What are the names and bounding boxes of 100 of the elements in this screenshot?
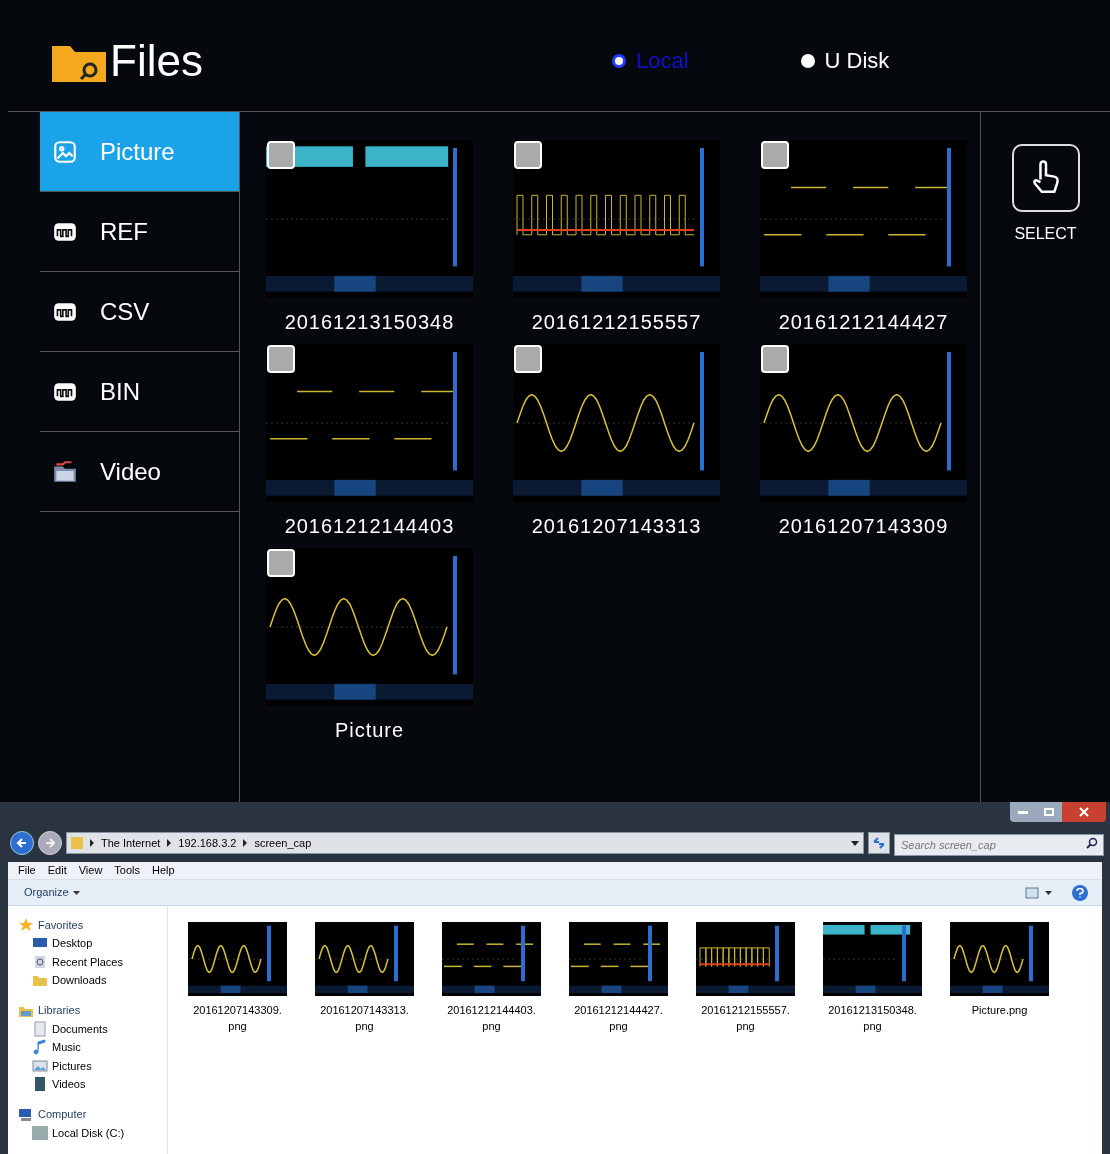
checkbox[interactable] bbox=[267, 549, 295, 577]
folder-icon bbox=[71, 836, 83, 850]
close-icon bbox=[1079, 807, 1089, 817]
picture-icon bbox=[52, 138, 78, 165]
source-radio[interactable]: U Disk bbox=[800, 44, 890, 77]
nav-item-label: Downloads bbox=[52, 973, 107, 988]
picture-icon bbox=[32, 1057, 48, 1074]
file-name: 20161213150348. bbox=[828, 1003, 917, 1018]
maximize-button[interactable] bbox=[1036, 802, 1062, 822]
file-name: 20161212144403. bbox=[447, 1003, 536, 1018]
nav-item-label: Pictures bbox=[52, 1058, 92, 1074]
checkbox[interactable] bbox=[267, 345, 295, 373]
star-icon bbox=[18, 917, 34, 933]
file-name: 20161213150348 bbox=[284, 310, 455, 334]
menu-item[interactable]: Tools bbox=[114, 862, 141, 879]
sidebar-tab[interactable]: BIN bbox=[40, 352, 239, 432]
disk-drive-icon bbox=[32, 1124, 48, 1141]
file-extension: png bbox=[355, 1019, 374, 1034]
checkbox[interactable] bbox=[267, 141, 295, 169]
back-button[interactable] bbox=[10, 831, 34, 855]
checkbox[interactable] bbox=[514, 345, 542, 373]
dropdown-arrow-icon bbox=[851, 840, 859, 846]
computer-icon bbox=[18, 1106, 34, 1123]
nav-group[interactable]: Computer bbox=[18, 1105, 167, 1124]
chevron-right-icon bbox=[89, 839, 95, 847]
minimize-icon bbox=[1018, 810, 1028, 814]
refresh-button[interactable] bbox=[868, 832, 890, 854]
view-icon bbox=[1025, 886, 1039, 899]
minimize-button[interactable] bbox=[1010, 802, 1036, 822]
file-name: Picture bbox=[334, 718, 405, 742]
view-options-button[interactable] bbox=[1025, 886, 1052, 899]
help-button[interactable] bbox=[1072, 884, 1088, 901]
arrow-right-icon bbox=[44, 837, 56, 849]
sidebar-tab[interactable]: Video bbox=[40, 432, 239, 512]
arrow-left-icon bbox=[16, 837, 28, 849]
file-extension: png bbox=[228, 1019, 247, 1034]
nav-group-label: Favorites bbox=[38, 917, 84, 933]
file-extension: png bbox=[736, 1019, 755, 1034]
nav-item-label: Videos bbox=[52, 1077, 86, 1092]
app-title: Files bbox=[110, 38, 203, 83]
maximize-icon bbox=[1044, 808, 1054, 816]
refresh-arrows-icon bbox=[872, 837, 886, 849]
film-icon bbox=[32, 1076, 48, 1093]
clock-document-icon bbox=[32, 953, 48, 970]
checkbox[interactable] bbox=[514, 141, 542, 169]
nav-item[interactable]: Pictures bbox=[18, 1056, 167, 1075]
sidebar-tab[interactable]: REF bbox=[40, 192, 239, 272]
nav-item[interactable]: Documents bbox=[18, 1019, 167, 1038]
document-icon bbox=[32, 1020, 48, 1037]
address-bar[interactable]: The Internet 192.168.3.2 screen_cap bbox=[66, 832, 864, 854]
nav-item[interactable]: Videos bbox=[18, 1075, 167, 1094]
menu-item[interactable]: View bbox=[78, 862, 103, 879]
nav-item[interactable]: Desktop bbox=[18, 934, 167, 953]
question-mark-icon bbox=[1076, 887, 1084, 898]
select-label: SELECT bbox=[1014, 224, 1077, 244]
file-name: 20161212144427. bbox=[574, 1003, 663, 1018]
select-button[interactable] bbox=[1011, 144, 1080, 212]
sidebar-tab[interactable]: CSV bbox=[40, 272, 239, 352]
forward-button[interactable] bbox=[38, 831, 62, 855]
breadcrumb-link[interactable]: The Internet bbox=[101, 834, 161, 852]
file-extension: png bbox=[482, 1019, 501, 1034]
nav-item[interactable]: Music bbox=[18, 1038, 167, 1057]
file-name: 20161207143313 bbox=[531, 514, 702, 538]
search-icon bbox=[1086, 837, 1098, 849]
caret-icon bbox=[1045, 890, 1052, 895]
nav-group-label: Libraries bbox=[38, 1003, 81, 1019]
file-name: 20161212155557 bbox=[531, 310, 702, 334]
breadcrumb-link[interactable]: screen_cap bbox=[254, 834, 312, 852]
chevron-right-icon bbox=[242, 839, 249, 847]
file-name: 20161212144403 bbox=[284, 514, 455, 538]
nav-group[interactable]: Libraries bbox=[18, 1001, 167, 1020]
nav-group[interactable]: Favorites bbox=[18, 916, 167, 934]
nav-item-label: Music bbox=[52, 1040, 81, 1055]
organize-button[interactable]: Organize bbox=[24, 884, 80, 901]
search-field[interactable]: Search screen_cap bbox=[894, 834, 1104, 856]
file-name: Picture.png bbox=[971, 1003, 1028, 1018]
menu-item[interactable]: Edit bbox=[47, 862, 67, 879]
file-name: 20161207143313. bbox=[320, 1003, 409, 1018]
nav-item-label: Recent Places bbox=[52, 954, 123, 970]
nav-item[interactable]: Recent Places bbox=[18, 952, 167, 971]
chevron-right-icon bbox=[166, 839, 173, 847]
nav-item-label: Desktop bbox=[52, 936, 93, 951]
nav-item[interactable]: Downloads bbox=[18, 971, 167, 990]
file-extension: png bbox=[863, 1019, 882, 1034]
file-name: 20161212155557. bbox=[701, 1003, 790, 1018]
file-name: 20161207143309 bbox=[778, 514, 949, 538]
caret-icon bbox=[72, 890, 80, 895]
checkbox[interactable] bbox=[761, 141, 789, 169]
file-name: 20161207143309. bbox=[193, 1003, 282, 1018]
nav-group-label: Computer bbox=[38, 1107, 87, 1123]
file-extension: png bbox=[609, 1019, 628, 1034]
menu-item[interactable]: Help bbox=[152, 862, 175, 879]
checkbox[interactable] bbox=[761, 345, 789, 373]
file-name: 20161212144427 bbox=[778, 310, 949, 334]
video-folder-icon bbox=[52, 458, 78, 485]
nav-item-label: Local Disk (C:) bbox=[52, 1125, 125, 1141]
nav-item[interactable]: Local Disk (C:) bbox=[18, 1123, 167, 1142]
menu-item[interactable]: File bbox=[18, 862, 36, 879]
close-button[interactable] bbox=[1062, 802, 1106, 822]
breadcrumb-link[interactable]: 192.168.3.2 bbox=[178, 834, 237, 852]
